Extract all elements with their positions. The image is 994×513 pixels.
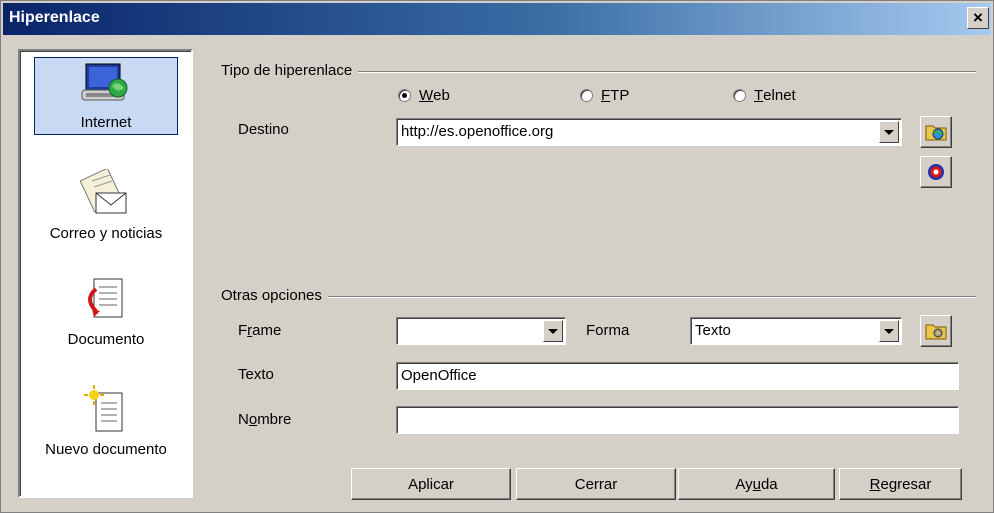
- form-value: Texto: [695, 322, 731, 339]
- folder-gear-icon: [925, 324, 947, 340]
- radio-indicator: [580, 89, 593, 102]
- radio-ftp[interactable]: F TP: [580, 87, 629, 104]
- category-label: Correo y noticias: [49, 225, 163, 242]
- web-browser-button[interactable]: [920, 116, 952, 148]
- dialog-title: Hiperenlace: [9, 9, 100, 26]
- radio-indicator: [733, 89, 746, 102]
- target-icon: [928, 164, 944, 180]
- category-new-document[interactable]: Nuevo documento: [34, 385, 178, 458]
- category-mail-news[interactable]: Correo y noticias: [34, 169, 178, 242]
- events-button[interactable]: [920, 315, 952, 347]
- internet-icon: [81, 63, 128, 101]
- target-value: http://es.openoffice.org: [401, 123, 554, 140]
- target-combo[interactable]: http://es.openoffice.org: [396, 118, 902, 146]
- form-combo[interactable]: Texto: [690, 317, 902, 345]
- back-button[interactable]: Regresar: [839, 468, 962, 500]
- chevron-down-icon[interactable]: [879, 121, 899, 143]
- chevron-down-icon[interactable]: [543, 320, 563, 342]
- target-label: Destino: [238, 121, 289, 138]
- close-button[interactable]: Cerrar: [516, 468, 676, 500]
- globe-folder-icon: [925, 125, 947, 141]
- new-document-icon: [84, 385, 123, 432]
- target-in-document-button[interactable]: [920, 156, 952, 188]
- text-input[interactable]: OpenOffice: [396, 362, 959, 390]
- category-document[interactable]: Documento: [34, 275, 178, 348]
- form-label: Forma: [586, 322, 630, 339]
- title-bar[interactable]: Hiperenlace ×: [3, 3, 991, 35]
- category-label: Internet: [80, 114, 132, 131]
- help-button[interactable]: Ay u da: [678, 468, 835, 500]
- category-internet[interactable]: Internet: [34, 57, 178, 135]
- frame-label: Frame: [238, 322, 282, 339]
- text-label: Texto: [238, 366, 274, 383]
- category-label: Nuevo documento: [45, 441, 167, 458]
- link-type-group-label: Tipo de hiperenlace: [221, 62, 359, 79]
- document-icon: [88, 278, 123, 318]
- name-label: Nombre: [238, 411, 292, 428]
- chevron-down-icon[interactable]: [879, 320, 899, 342]
- hyperlink-dialog: Hiperenlace × Internet Correo y noticias…: [0, 0, 994, 513]
- mail-news-icon: [80, 169, 127, 214]
- group-divider: [221, 296, 976, 298]
- name-input[interactable]: [396, 406, 959, 434]
- radio-indicator: [398, 89, 411, 102]
- frame-combo[interactable]: [396, 317, 566, 345]
- other-options-group-label: Otras opciones: [221, 287, 328, 304]
- radio-web[interactable]: Web: [398, 87, 450, 104]
- close-icon[interactable]: ×: [967, 7, 989, 29]
- apply-button[interactable]: Aplicar: [351, 468, 511, 500]
- radio-telnet[interactable]: Telnet: [733, 87, 796, 104]
- category-list: Internet Correo y noticias Documento Nue…: [18, 49, 193, 498]
- category-label: Documento: [67, 331, 145, 348]
